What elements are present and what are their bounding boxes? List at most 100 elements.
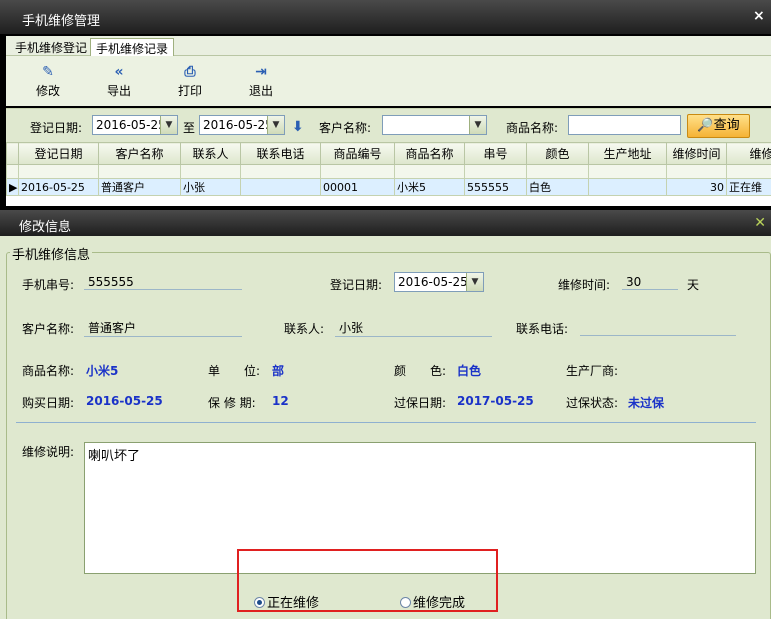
product-value: 小米5 [86,364,119,378]
product-label: 商品名称: [22,364,75,378]
date-label: 登记日期: [30,121,83,135]
color-label: 颜 色: [394,364,447,378]
window-titlebar: 手机维修管理 × [0,0,771,34]
customer-label: 客户名称: [319,121,372,135]
tab-register[interactable]: 手机维修登记 [10,38,92,56]
export-label: 导出 [106,84,131,98]
cell-phone[interactable] [240,178,321,196]
warranty-value: 12 [272,394,289,408]
customer-select[interactable]: ▼ [382,115,487,135]
reg-date-picker[interactable]: 2016-05-25 ▼ [394,272,484,292]
cell-contact[interactable]: 小张 [180,178,241,196]
chevron-down-icon[interactable]: ▼ [466,273,483,291]
cell-repair-status[interactable]: 正在维 [726,178,771,196]
cell-product-name[interactable]: 小米5 [394,178,465,196]
exit-button[interactable]: ⇥ 退出 [239,64,283,99]
export-icon: « [114,64,124,80]
cell-customer[interactable]: 普通客户 [98,178,181,196]
print-icon: ⎙ [184,64,196,80]
reg-date-label: 登记日期: [330,278,383,292]
edit-label: 修改 [35,84,60,98]
exit-label: 退出 [248,84,273,98]
to-label: 至 [183,121,196,135]
column-header[interactable]: 商品名称 [394,142,465,165]
edit-icon: ✎ [42,64,54,80]
customer-field[interactable]: 普通客户 [84,319,242,337]
group-title: 手机维修信息 [10,244,93,263]
cell-color[interactable]: 白色 [526,178,589,196]
customer-label: 客户名称: [22,322,75,336]
date-to-value: 2016-05-25 [203,118,273,132]
serial-label: 手机串号: [22,278,75,292]
column-header[interactable]: 联系电话 [240,142,321,165]
product-label: 商品名称: [506,121,559,135]
query-button[interactable]: 🔎查询 [687,114,750,138]
cell-origin[interactable] [588,178,667,196]
exit-icon: ⇥ [255,64,267,80]
query-label: 查询 [713,118,740,133]
serial-field[interactable]: 555555 [84,275,242,290]
cell-date[interactable]: 2016-05-25 [18,178,99,196]
buy-date-value: 2016-05-25 [86,394,163,408]
print-label: 打印 [177,84,202,98]
table-header-row: 登记日期 客户名称 联系人 联系电话 商品编号 商品名称 串号 颜色 生产地址 … [6,142,771,165]
expire-label: 过保日期: [394,396,447,410]
phone-label: 联系电话: [516,322,569,336]
panel-title: 修改信息 [19,220,72,235]
search-icon: 🔎 [697,118,714,133]
unit-label: 单 位: [208,364,261,378]
chevron-down-icon[interactable]: ▼ [469,116,486,134]
contact-label: 联系人: [284,322,325,336]
divider [16,422,756,423]
warranty-status-label: 过保状态: [566,396,619,410]
column-header[interactable]: 商品编号 [320,142,395,165]
filter-bar: 登记日期: 2016-05-25 ▼ 至 2016-05-25 ▼ ⬇ 客户名称… [6,108,771,142]
cell-product-code[interactable]: 00001 [320,178,395,196]
column-header[interactable]: 生产地址 [588,142,667,165]
column-header[interactable]: 登记日期 [18,142,99,165]
export-button[interactable]: « 导出 [97,64,141,99]
color-value: 白色 [457,364,482,378]
column-header[interactable]: 串号 [464,142,527,165]
column-header[interactable]: 维修 [726,142,771,165]
warranty-label: 保 修 期: [208,396,256,410]
tab-records[interactable]: 手机维修记录 [90,38,175,56]
expire-value: 2017-05-25 [457,394,534,408]
window-title: 手机维修管理 [22,14,101,29]
repair-time-field[interactable]: 30 [622,275,678,290]
column-header[interactable]: 颜色 [526,142,589,165]
date-to-picker[interactable]: 2016-05-25 ▼ [199,115,285,135]
close-icon[interactable]: ✕ [754,215,766,231]
unit-value: 部 [272,364,285,378]
column-header[interactable]: 客户名称 [98,142,181,165]
edit-button[interactable]: ✎ 修改 [26,64,70,99]
chevron-down-icon[interactable]: ▼ [267,116,284,134]
filter-row [6,164,771,179]
buy-date-label: 购买日期: [22,396,75,410]
column-header[interactable]: 联系人 [180,142,241,165]
print-button[interactable]: ⎙ 打印 [168,64,212,99]
records-table: 登记日期 客户名称 联系人 联系电话 商品编号 商品名称 串号 颜色 生产地址 … [6,142,771,206]
date-from-picker[interactable]: 2016-05-25 ▼ [92,115,178,135]
product-input[interactable] [568,115,681,135]
table-row[interactable]: ▶ 2016-05-25 普通客户 小张 00001 小米5 555555 白色… [6,178,771,196]
days-label: 天 [687,278,700,292]
contact-field[interactable]: 小张 [335,319,492,337]
highlight-box [237,549,498,612]
arrow-down-icon[interactable]: ⬇ [292,119,304,135]
row-pointer-icon: ▶ [6,178,19,196]
warranty-status-value: 未过保 [628,396,665,410]
maker-label: 生产厂商: [566,364,619,378]
chevron-down-icon[interactable]: ▼ [160,116,177,134]
edit-panel: 手机维修信息 手机串号: 555555 登记日期: 2016-05-25 ▼ 维… [0,236,771,619]
panel-titlebar: 修改信息 ✕ [0,210,771,236]
cell-repair-time[interactable]: 30 [666,178,727,196]
phone-field[interactable] [580,319,736,336]
repair-time-label: 维修时间: [558,278,611,292]
reg-date-value: 2016-05-25 [398,275,468,289]
column-header[interactable]: 维修时间 [666,142,727,165]
close-icon[interactable]: × [753,8,767,24]
cell-serial[interactable]: 555555 [464,178,527,196]
tab-bar: 手机维修登记 手机维修记录 [6,36,771,56]
row-header-corner [6,142,19,165]
